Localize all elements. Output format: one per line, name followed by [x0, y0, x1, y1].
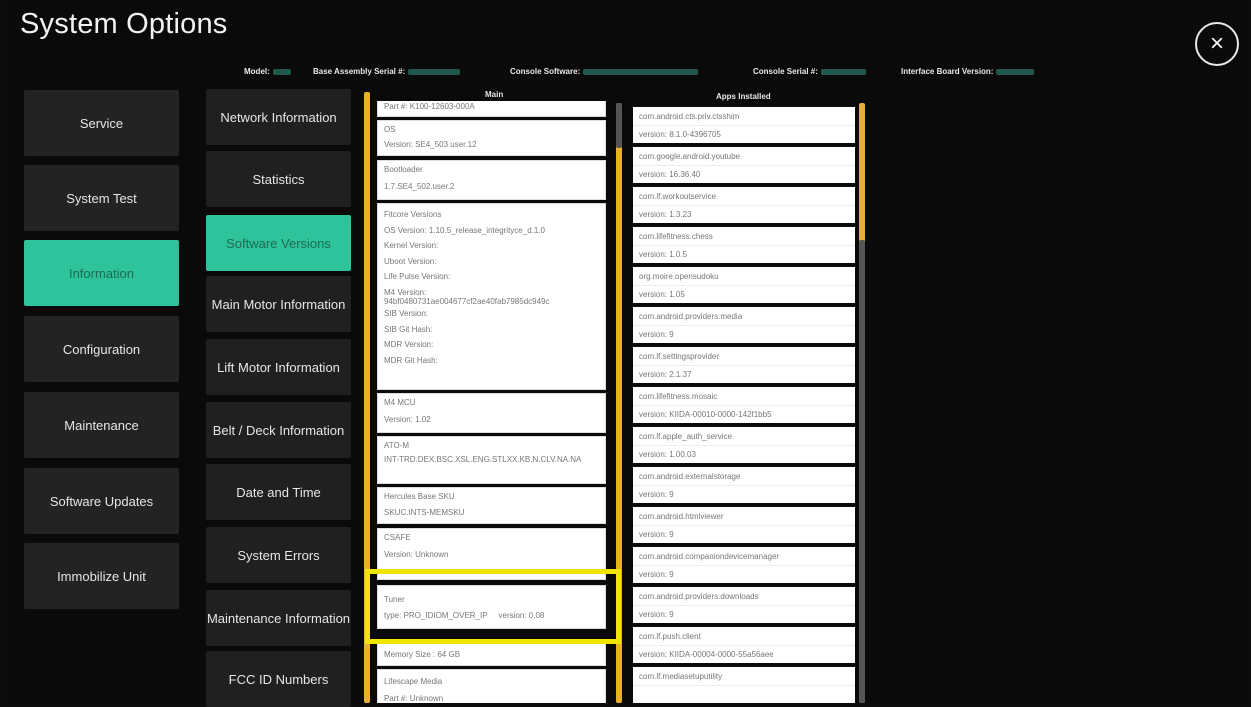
- card-ato-m: ATO-M INT-TRD.DEX.BSC.XSL.ENG.STLXX.KB.N.…: [377, 436, 606, 484]
- info-console-serial: Console Serial #:: [753, 67, 866, 76]
- app-item: com.android.companiondevicemanager versio…: [633, 547, 855, 583]
- submenu-software-versions[interactable]: Software Versions: [206, 215, 351, 271]
- card-bootloader: Bootloader 1.7.SE4_502.user.2: [377, 160, 606, 200]
- app-item: com.lf.settingsprovider version: 2.1.37: [633, 347, 855, 383]
- apps-installed-list: com.android.cts.priv.ctsshim version: 8.1…: [633, 101, 855, 703]
- device-info-bar: Model: Base Assembly Serial #: Console S…: [8, 67, 1245, 81]
- app-item: org.moire.opensudoku version: 1.05: [633, 267, 855, 303]
- submenu-system-errors[interactable]: System Errors: [206, 527, 351, 583]
- submenu-maintenance-information[interactable]: Maintenance Information: [206, 590, 351, 646]
- card-hercules-base-sku: Hercules Base SKU SKUC.INTS-MEMSKU: [377, 487, 606, 524]
- submenu-statistics[interactable]: Statistics: [206, 151, 351, 207]
- menu-maintenance[interactable]: Maintenance: [24, 392, 179, 458]
- card-os: OS Version: SE4_503 user.12: [377, 120, 606, 156]
- app-item: com.android.providers.downloads version: …: [633, 587, 855, 623]
- menu-service[interactable]: Service: [24, 90, 179, 156]
- app-item: com.android.cts.priv.ctsshim version: 8.1…: [633, 107, 855, 143]
- menu-information[interactable]: Information: [24, 240, 179, 306]
- card-fitcore-versions: Fitcore Versions OS Version: 1.10.5_rele…: [377, 203, 606, 390]
- submenu-main-motor-information[interactable]: Main Motor Information: [206, 276, 351, 332]
- app-item: com.lf.workoutservice version: 1.3.23: [633, 187, 855, 223]
- app-item: com.google.android.youtube version: 16.36…: [633, 147, 855, 183]
- info-interface-board: Interface Board Version:: [901, 67, 1035, 76]
- menu-system-test[interactable]: System Test: [24, 165, 179, 231]
- close-icon: ×: [1209, 30, 1224, 57]
- app-item: com.android.externalstorage version: 9: [633, 467, 855, 503]
- card-memory-size: Memory Size : 64 GB: [377, 641, 606, 666]
- app-item: com.android.providers.media version: 9: [633, 307, 855, 343]
- submenu-lift-motor-information[interactable]: Lift Motor Information: [206, 339, 351, 395]
- app-item: com.lifefitness.mosaic version: KIIDA-000…: [633, 387, 855, 423]
- card-part-number: Part #: K100-12603-000A: [377, 101, 606, 117]
- system-options-screen: System Options × Model: Base Assembly Se…: [8, 0, 1245, 707]
- submenu-belt-deck-information[interactable]: Belt / Deck Information: [206, 402, 351, 458]
- card-m4-mcu: M4 MCU Version: 1.02: [377, 393, 606, 433]
- main-scrollbar-thumb[interactable]: [616, 103, 622, 148]
- app-item: com.lf.push.client version: KIIDA-00004-0…: [633, 627, 855, 663]
- menu-software-updates[interactable]: Software Updates: [24, 468, 179, 534]
- card-lifescape-media: Lifescape Media Part #: Unknown: [377, 669, 606, 703]
- close-button[interactable]: ×: [1195, 22, 1239, 66]
- app-item: com.lifefitness.chess version: 1.0.5: [633, 227, 855, 263]
- page-title: System Options: [20, 8, 228, 40]
- submenu-date-and-time[interactable]: Date and Time: [206, 464, 351, 520]
- menu-immobilize-unit[interactable]: Immobilize Unit: [24, 543, 179, 609]
- submenu-network-information[interactable]: Network Information: [206, 89, 351, 145]
- info-console-software: Console Software:: [510, 67, 699, 76]
- tuner-highlight-box: [365, 569, 621, 644]
- app-item: com.android.htmlviewer version: 9: [633, 507, 855, 543]
- apps-scrollbar-thumb[interactable]: [859, 240, 865, 703]
- info-base-serial: Base Assembly Serial #:: [313, 67, 461, 76]
- app-item: com.lf.apple_auth_service version: 1.00.0…: [633, 427, 855, 463]
- info-model: Model:: [244, 67, 291, 76]
- apps-column-header: Apps Installed: [716, 92, 771, 101]
- submenu-fcc-id-numbers[interactable]: FCC ID Numbers: [206, 651, 351, 707]
- app-item: com.lf.mediasetuputility: [633, 667, 855, 703]
- main-column-header: Main: [485, 90, 504, 99]
- menu-configuration[interactable]: Configuration: [24, 316, 179, 382]
